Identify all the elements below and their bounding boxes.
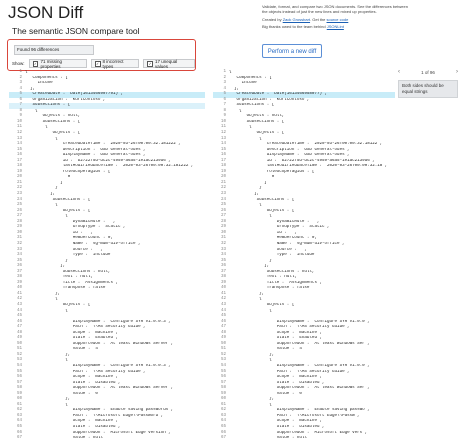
line-text: "Value": null: [25, 436, 103, 441]
pager: ‹ 1 of 96 ›: [398, 68, 458, 76]
checkbox-checked-icon[interactable]: ✓: [94, 60, 101, 67]
page-title: JSON Diff: [8, 3, 84, 22]
show-label: Show:: [12, 61, 25, 66]
show-filters: Show: ✓ 71 missing properties ✓ 8 incorr…: [12, 58, 195, 69]
diff-position: 1 of 96: [421, 69, 435, 75]
description: Validate, format, and compare two JSON d…: [262, 4, 412, 31]
filter-label: 71 missing properties: [40, 58, 62, 69]
thanks: Big thanks owed to the team behind JSONL…: [262, 24, 412, 29]
filter-incorrect-types[interactable]: ✓ 8 incorrect types: [90, 58, 140, 69]
filter-unequal-values[interactable]: ✓ 17 unequal values: [143, 58, 195, 69]
checkbox-checked-icon[interactable]: ✓: [32, 60, 39, 67]
description-text: Validate, format, and compare two JSON d…: [262, 4, 408, 15]
code-line[interactable]: 67 "Value": null: [9, 436, 205, 442]
new-diff-button[interactable]: Perform a new diff: [262, 44, 322, 58]
diff-message: Both sides should be equal strings: [398, 80, 458, 98]
previous-diff-icon[interactable]: ‹: [398, 69, 400, 75]
credits: Created by Zack Grossbart. Get the sourc…: [262, 17, 412, 22]
right-json-pane[interactable]: 1{2 "Components": [3 "Intune" 4 ], 5 "Crea…: [213, 70, 395, 442]
filter-label: 8 incorrect types: [102, 58, 124, 69]
credits-prefix: Created by: [262, 16, 282, 22]
line-number: 67: [220, 436, 226, 441]
diff-navigator: ‹ 1 of 96 › Both sides should be equal s…: [398, 68, 458, 98]
page-subtitle: The semantic JSON compare tool: [12, 26, 140, 36]
line-number: 67: [16, 436, 22, 441]
source-code-link[interactable]: source code: [327, 17, 349, 22]
filter-missing-properties[interactable]: ✓ 71 missing properties: [28, 58, 87, 69]
next-diff-icon[interactable]: ›: [456, 69, 458, 75]
author-link[interactable]: Zack Grossbart: [283, 17, 310, 22]
left-json-pane[interactable]: 1{2 "Components": [3 "Intune" 4 ], 5 "Crea…: [9, 70, 205, 442]
jsonlint-link[interactable]: JSONLint: [327, 24, 344, 29]
checkbox-checked-icon[interactable]: ✓: [147, 60, 153, 67]
credits-mid: . Get the: [310, 16, 326, 22]
thanks-prefix: Big thanks owed to the team behind: [262, 23, 326, 29]
line-text: "Value": null: [229, 436, 307, 441]
filter-label: 17 unequal values: [155, 58, 178, 69]
diff-filter-panel: Found 96 differences Show: ✓ 71 missing …: [7, 39, 196, 71]
code-line[interactable]: 67 "Value": null: [213, 436, 395, 442]
differences-count: Found 96 differences: [14, 45, 94, 55]
